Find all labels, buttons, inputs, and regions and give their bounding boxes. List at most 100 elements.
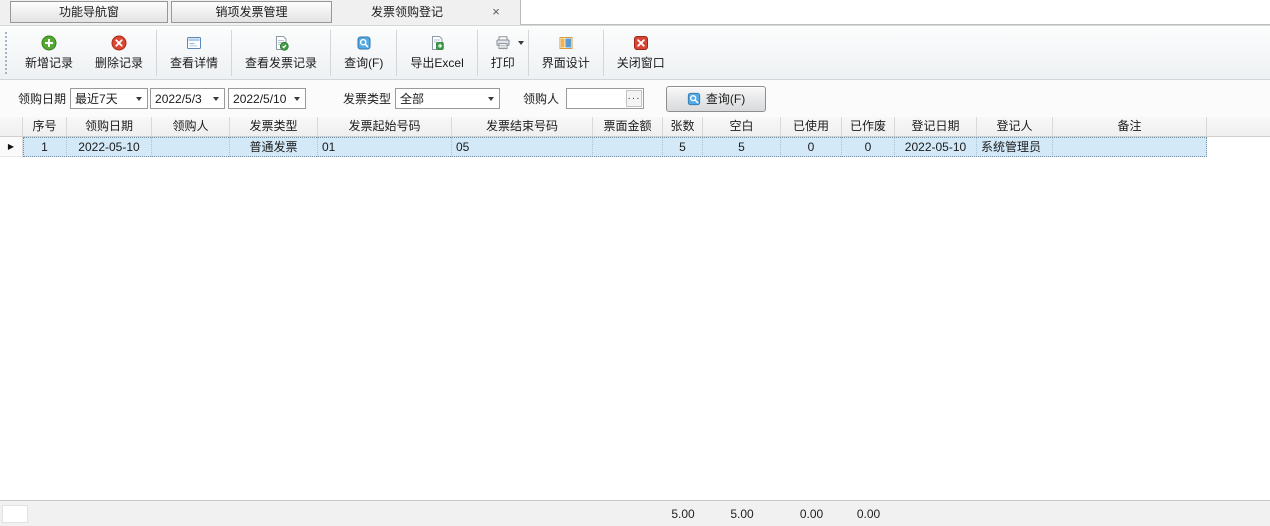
cell-purchase-date[interactable]: 2022-05-10 [67,137,152,157]
status-bar-left-box [2,505,28,523]
toolbar-separator [396,30,397,76]
filter-query-button[interactable]: 查询(F) [666,86,766,112]
chevron-down-icon[interactable] [483,89,499,108]
ui-design-label: 界面设计 [542,54,590,71]
add-record-button[interactable]: 新增记录 [14,29,84,77]
column-header-start-number[interactable]: 发票起始号码 [318,117,452,136]
cell-purchaser[interactable] [152,137,230,157]
chevron-down-icon[interactable] [131,89,147,108]
column-header-voided[interactable]: 已作废 [842,117,895,136]
toolbar-separator [603,30,604,76]
chevron-down-icon[interactable] [289,89,305,108]
view-details-icon [186,35,202,51]
date-from-value: 2022/5/3 [151,92,208,106]
column-header-register-date[interactable]: 登记日期 [895,117,977,136]
delete-record-icon [111,35,127,51]
column-header-invoice-type[interactable]: 发票类型 [230,117,318,136]
close-window-icon [633,35,649,51]
query-icon [356,35,372,51]
print-dropdown-arrow-icon[interactable] [518,41,524,45]
add-record-label: 新增记录 [25,54,73,71]
column-header-purchaser[interactable]: 领购人 [152,117,230,136]
column-header-seq[interactable]: 序号 [23,117,67,136]
view-invoice-records-icon [273,35,289,51]
delete-record-button[interactable]: 删除记录 [84,29,154,77]
tab-invoice-purchase-registration[interactable]: 发票领购登记 [332,1,482,23]
view-details-button[interactable]: 查看详情 [159,29,229,77]
tab-bar: 功能导航窗 销项发票管理 发票领购登记 × [0,0,1270,25]
date-range-select[interactable]: 最近7天 [70,88,148,109]
column-header-purchase-date[interactable]: 领购日期 [67,117,152,136]
grid-empty-area [0,157,1270,500]
grid-header: 序号 领购日期 领购人 发票类型 发票起始号码 发票结束号码 票面金额 张数 空… [0,117,1270,137]
view-details-label: 查看详情 [170,54,218,71]
cell-remark[interactable] [1053,137,1207,157]
tab-function-navigation[interactable]: 功能导航窗 [10,1,168,23]
print-icon [495,35,511,51]
cell-seq[interactable]: 1 [23,137,67,157]
summary-used: 0.00 [781,507,842,521]
invoice-purchase-registration-window: 功能导航窗 销项发票管理 发票领购登记 × 新增记录 删除记录 查看详情 [0,0,1270,526]
filter-bar: 领购日期 最近7天 2022/5/3 2022/5/10 发票类型 全部 领购人… [0,80,1270,117]
cell-registrant[interactable]: 系统管理员 [977,137,1053,157]
column-header-sheet-count[interactable]: 张数 [663,117,703,136]
export-excel-label: 导出Excel [410,54,463,71]
date-from-input[interactable]: 2022/5/3 [150,88,225,109]
query-button[interactable]: 查询(F) [333,29,394,77]
view-invoice-records-button[interactable]: 查看发票记录 [234,29,328,77]
invoice-type-label: 发票类型 [343,90,391,107]
summary-voided: 0.00 [842,507,895,521]
toolbar-separator [477,30,478,76]
print-button[interactable]: 打印 [480,29,526,77]
ui-design-icon [558,35,574,51]
column-header-blank[interactable]: 空白 [703,117,781,136]
cell-register-date[interactable]: 2022-05-10 [895,137,977,157]
summary-sheet-count: 5.00 [663,507,703,521]
close-window-button[interactable]: 关闭窗口 [606,29,676,77]
column-header-remark[interactable]: 备注 [1053,117,1207,136]
cell-blank[interactable]: 5 [703,137,781,157]
close-window-label: 关闭窗口 [617,54,665,71]
chevron-down-icon[interactable] [208,89,224,108]
table-row[interactable]: ▶ 1 2022-05-10 普通发票 01 05 5 5 0 0 2022-0… [0,137,1270,157]
add-record-icon [41,35,57,51]
purchaser-input[interactable]: ··· [566,88,644,109]
cell-sheet-count[interactable]: 5 [663,137,703,157]
browse-ellipsis-button[interactable]: ··· [626,90,642,107]
cell-used[interactable]: 0 [781,137,842,157]
toolbar-separator [330,30,331,76]
export-excel-button[interactable]: 导出Excel [399,29,474,77]
cell-face-amount[interactable] [593,137,663,157]
cell-invoice-type[interactable]: 普通发票 [230,137,318,157]
toolbar-separator [156,30,157,76]
tab-close-icon[interactable]: × [488,1,504,23]
toolbar-separator [528,30,529,76]
column-header-face-amount[interactable]: 票面金额 [593,117,663,136]
cell-start-number[interactable]: 01 [318,137,452,157]
export-excel-icon [429,35,445,51]
column-header-used[interactable]: 已使用 [781,117,842,136]
magnifier-icon [687,92,701,106]
column-header-registrant[interactable]: 登记人 [977,117,1053,136]
ui-design-button[interactable]: 界面设计 [531,29,601,77]
column-header-filler [1207,117,1270,136]
invoice-type-select[interactable]: 全部 [395,88,500,109]
purchaser-label: 领购人 [523,90,559,107]
invoice-type-value: 全部 [396,90,483,107]
print-label: 打印 [491,54,515,71]
view-invoice-records-label: 查看发票记录 [245,54,317,71]
date-to-value: 2022/5/10 [229,92,289,106]
row-indicator[interactable]: ▶ [0,137,23,157]
cell-end-number[interactable]: 05 [452,137,593,157]
date-to-input[interactable]: 2022/5/10 [228,88,306,109]
filter-query-label: 查询(F) [706,90,745,107]
toolbar-grip-handle[interactable] [5,32,9,74]
row-cells: 1 2022-05-10 普通发票 01 05 5 5 0 0 2022-05-… [23,137,1207,157]
cell-voided[interactable]: 0 [842,137,895,157]
tab-sales-invoice-management[interactable]: 销项发票管理 [171,1,332,23]
purchase-date-label: 领购日期 [18,90,66,107]
summary-blank: 5.00 [703,507,781,521]
delete-record-label: 删除记录 [95,54,143,71]
column-header-end-number[interactable]: 发票结束号码 [452,117,593,136]
tab-bar-blank-panel [520,0,1270,25]
